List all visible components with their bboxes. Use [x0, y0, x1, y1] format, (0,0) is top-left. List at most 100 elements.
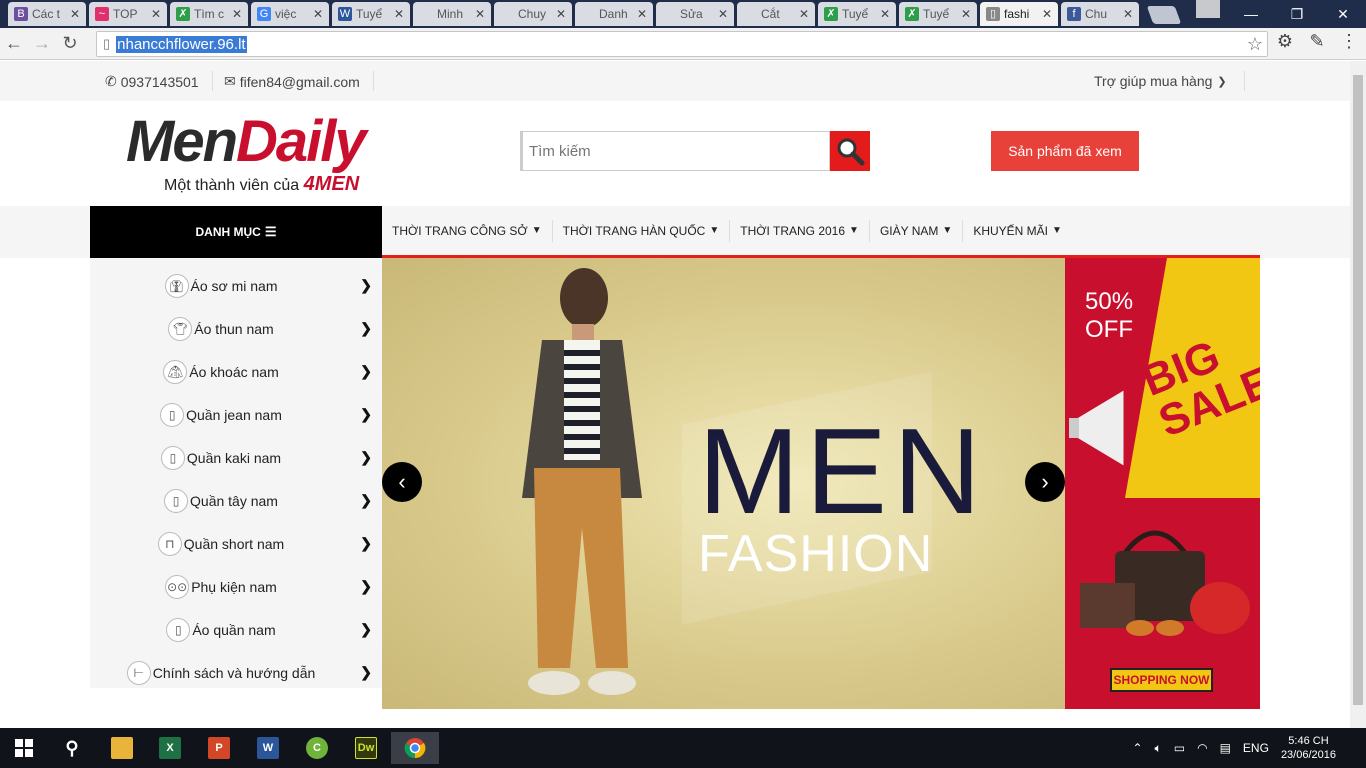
chevron-up-icon[interactable]: ⌃: [1132, 741, 1142, 755]
category-item[interactable]: 🧥︎ Áo khoác nam ❯: [90, 350, 382, 393]
search-button[interactable]: [830, 131, 870, 171]
new-tab-button[interactable]: [1146, 6, 1182, 24]
chrome-icon[interactable]: [391, 732, 439, 764]
close-tab-icon[interactable]: ✕: [718, 7, 728, 21]
language-indicator[interactable]: ENG: [1243, 741, 1269, 755]
close-tab-icon[interactable]: ✕: [556, 7, 566, 21]
menu-icon[interactable]: ⋮: [1338, 31, 1360, 52]
page-scrollbar[interactable]: [1350, 61, 1366, 728]
close-tab-icon[interactable]: ✕: [961, 7, 971, 21]
browser-tab[interactable]: W Tuyể ✕: [332, 2, 410, 26]
notification-icon[interactable]: ▤: [1220, 741, 1231, 755]
category-menu-toggle[interactable]: DANH MỤC ☰: [90, 206, 382, 258]
help-menu[interactable]: Trợ giúp mua hàng ❯: [1094, 73, 1227, 89]
category-item[interactable]: ▯ Áo quần nam ❯: [90, 608, 382, 651]
browser-tab[interactable]: Danh ✕: [575, 2, 653, 26]
nav-item[interactable]: KHUYẾN MÃI ▼: [963, 220, 1072, 242]
category-item[interactable]: ⊢ Chính sách và hướng dẫn ❯: [90, 651, 382, 694]
clock[interactable]: 5:46 CH 23/06/2016: [1281, 734, 1336, 762]
category-item[interactable]: 👔︎ Áo sơ mi nam ❯: [90, 264, 382, 307]
sale-banner[interactable]: 50% OFF BIG SALE SHOPPING NOW: [1065, 258, 1260, 709]
category-item[interactable]: ▯ Quần tây nam ❯: [90, 479, 382, 522]
close-tab-icon[interactable]: ✕: [799, 7, 809, 21]
category-label: Chính sách và hướng dẫn: [152, 664, 316, 681]
browser-tab[interactable]: ~ TOP ✕: [89, 2, 167, 26]
browser-tab[interactable]: Chuy ✕: [494, 2, 572, 26]
start-button[interactable]: [0, 732, 48, 764]
app-green-icon[interactable]: C: [293, 732, 341, 764]
nav-item[interactable]: GIÀY NAM ▼: [870, 219, 964, 242]
browser-tab[interactable]: ✗ Tuyể ✕: [899, 2, 977, 26]
dreamweaver-icon[interactable]: Dw: [342, 732, 390, 764]
category-item[interactable]: ▯ Quần kaki nam ❯: [90, 436, 382, 479]
word-icon[interactable]: W: [244, 732, 292, 764]
slider-next-button[interactable]: ›: [1025, 462, 1065, 502]
browser-tab[interactable]: Cắt ✕: [737, 2, 815, 26]
reload-icon[interactable]: ↻: [56, 30, 84, 58]
main-nav-row: DANH MỤC ☰ THỜI TRANG CÔNG SỞ ▼ THỜI TRANG…: [0, 206, 1350, 258]
search-input[interactable]: [520, 131, 830, 171]
nav-item[interactable]: THỜI TRANG 2016 ▼: [730, 219, 870, 242]
chevron-right-icon: ❯: [360, 492, 372, 508]
close-tab-icon[interactable]: ✕: [880, 7, 890, 21]
bag-products-image: [1080, 530, 1250, 636]
category-item[interactable]: ⊙⊙ Phụ kiện nam ❯: [90, 565, 382, 608]
search-icon: [837, 138, 865, 166]
close-tab-icon[interactable]: ✕: [394, 7, 404, 21]
browser-tab[interactable]: f Chu ✕: [1061, 2, 1139, 26]
category-item[interactable]: ⊓ Quần short nam ❯: [90, 522, 382, 565]
minimize-icon[interactable]: —: [1228, 0, 1274, 28]
battery-icon[interactable]: ▭: [1174, 741, 1185, 755]
close-tab-icon[interactable]: ✕: [151, 7, 161, 21]
back-icon[interactable]: ←: [0, 30, 28, 58]
powerpoint-icon[interactable]: P: [195, 732, 243, 764]
forward-icon[interactable]: →: [28, 30, 56, 58]
khaki-icon: ▯: [160, 445, 185, 470]
close-tab-icon[interactable]: ✕: [475, 7, 485, 21]
browser-tab[interactable]: ✗ Tìm c ✕: [170, 2, 248, 26]
shopping-now-button[interactable]: SHOPPING NOW: [1110, 668, 1213, 692]
category-item-content: ⊙⊙ Phụ kiện nam: [90, 574, 352, 599]
volume-icon[interactable]: 🔈︎: [1155, 741, 1162, 756]
search-taskbar-icon[interactable]: ⚲: [48, 732, 96, 764]
chevron-down-icon: ❯: [1217, 75, 1227, 88]
tab-favicon-icon: [500, 7, 514, 21]
browser-tab[interactable]: Sửa ✕: [656, 2, 734, 26]
nav-item[interactable]: THỜI TRANG HÀN QUỐC ▼: [553, 219, 731, 242]
category-item[interactable]: ▯ Quần jean nam ❯: [90, 393, 382, 436]
close-tab-icon[interactable]: ✕: [232, 7, 242, 21]
slide-title: MEN: [698, 403, 988, 539]
search-box: [520, 131, 870, 171]
profile-icon[interactable]: [1196, 0, 1220, 18]
close-window-icon[interactable]: ✕: [1320, 0, 1366, 28]
nav-item[interactable]: THỜI TRANG CÔNG SỞ ▼: [382, 219, 553, 242]
extension-dropper-icon[interactable]: ✎: [1306, 31, 1328, 52]
maximize-icon[interactable]: ❐: [1274, 0, 1320, 28]
logo-men: Men: [126, 109, 238, 174]
address-bar[interactable]: ▯ nhancchflower.96.lt ☆: [96, 31, 1268, 57]
browser-tab[interactable]: B Các t ✕: [8, 2, 86, 26]
close-tab-icon[interactable]: ✕: [1123, 7, 1133, 21]
category-item-content: 👕︎ Áo thun nam: [90, 316, 352, 341]
browser-tab[interactable]: ✗ Tuyể ✕: [818, 2, 896, 26]
close-tab-icon[interactable]: ✕: [313, 7, 323, 21]
viewed-products-button[interactable]: Sản phẩm đã xem: [991, 131, 1139, 171]
excel-icon[interactable]: X: [146, 732, 194, 764]
extension-gear-icon[interactable]: ⚙: [1274, 31, 1296, 52]
file-explorer-icon[interactable]: [98, 732, 146, 764]
bookmark-star-icon[interactable]: ☆: [1247, 34, 1263, 55]
close-tab-icon[interactable]: ✕: [637, 7, 647, 21]
tab-favicon-icon: ✗: [905, 7, 919, 21]
model-image: [522, 268, 642, 695]
scrollbar-thumb[interactable]: [1353, 75, 1363, 705]
close-tab-icon[interactable]: ✕: [70, 7, 80, 21]
browser-tab[interactable]: Minh ✕: [413, 2, 491, 26]
slider-prev-button[interactable]: ‹: [382, 462, 422, 502]
browser-tab[interactable]: ▯ fashi ✕: [980, 2, 1058, 26]
site-logo[interactable]: MenDaily Một thành viên của 4MEN: [126, 113, 446, 196]
wifi-icon[interactable]: ◠: [1197, 741, 1207, 755]
category-item[interactable]: 👕︎ Áo thun nam ❯: [90, 307, 382, 350]
browser-tab[interactable]: Gviệc ✕: [251, 2, 329, 26]
chevron-down-icon: ▼: [531, 225, 542, 236]
close-tab-icon[interactable]: ✕: [1042, 7, 1052, 21]
